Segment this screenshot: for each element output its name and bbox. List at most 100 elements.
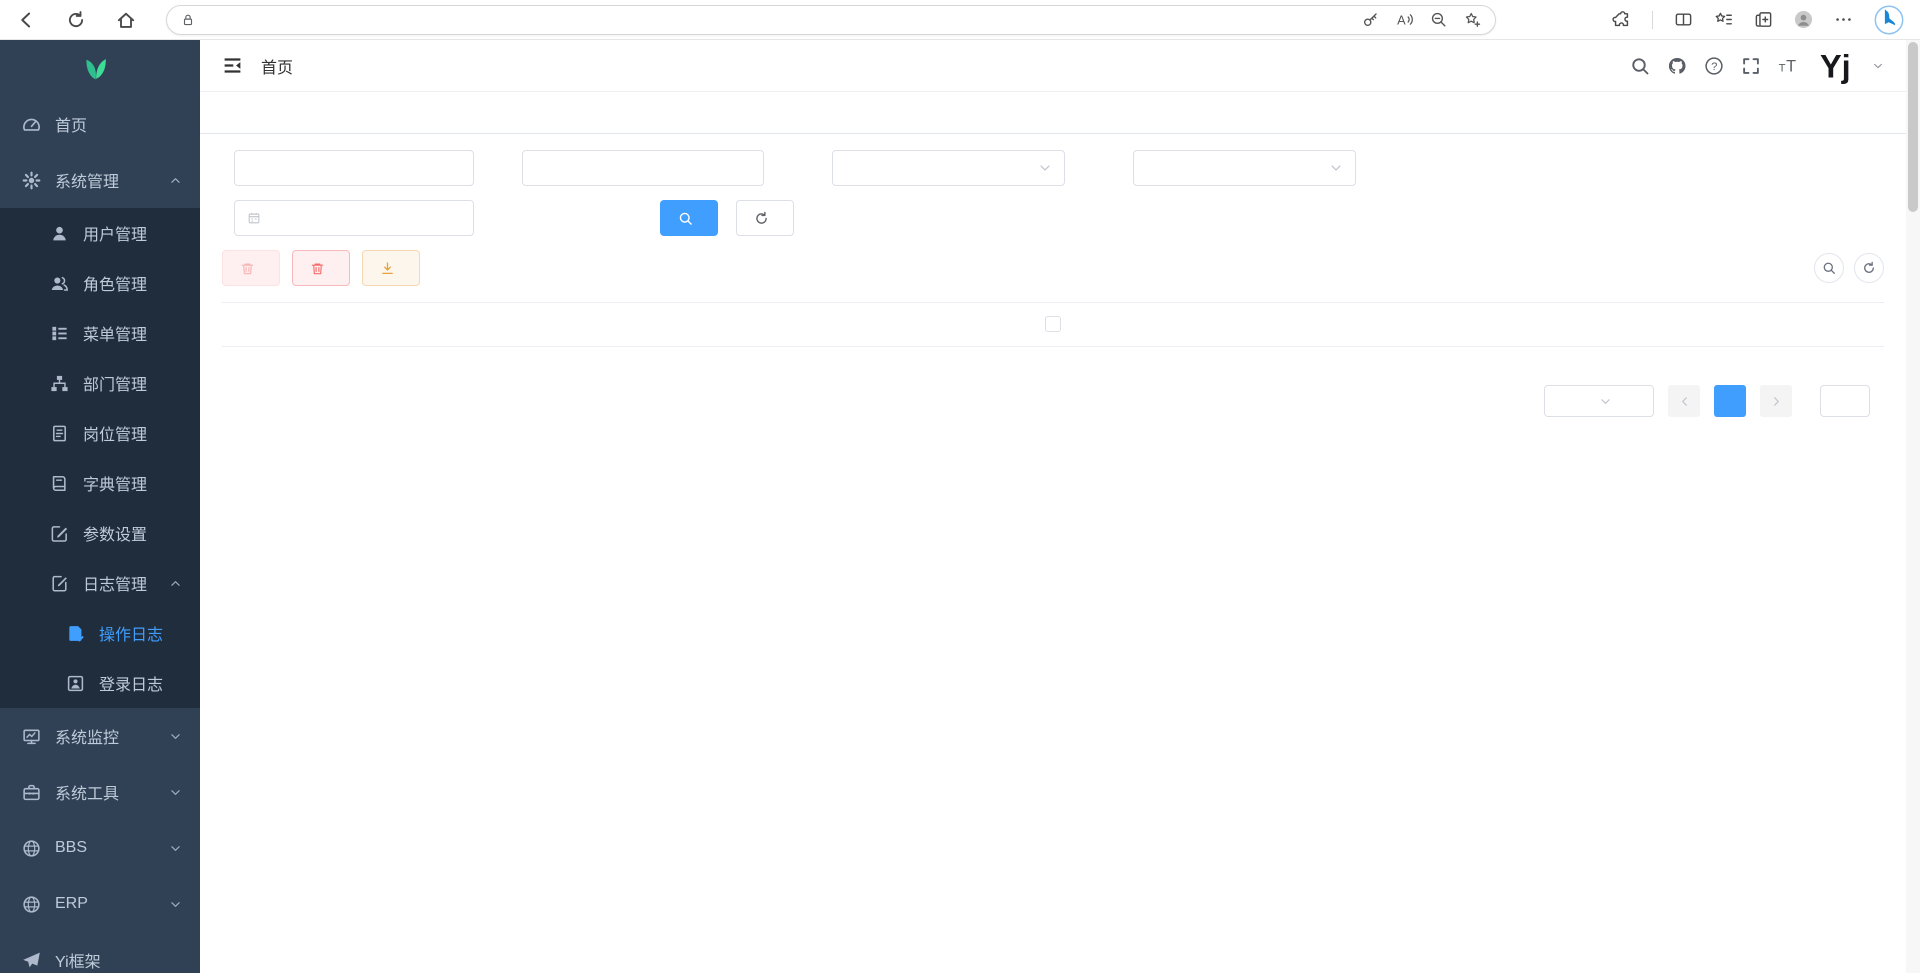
fullscreen-icon[interactable]	[1741, 56, 1761, 76]
sidebar-item-login-log[interactable]: 登录日志	[0, 658, 200, 708]
operator-input[interactable]	[522, 150, 764, 186]
page-size-select[interactable]	[1544, 385, 1654, 417]
book-icon	[50, 474, 69, 493]
chevron-down-icon	[169, 786, 182, 799]
sidebar-item-dept-management[interactable]: 部门管理	[0, 358, 200, 408]
address-bar[interactable]: A	[166, 5, 1496, 35]
sidebar-item-menu-management[interactable]: 菜单管理	[0, 308, 200, 358]
reset-button[interactable]	[736, 200, 794, 236]
svg-text:A: A	[1397, 12, 1406, 27]
module-input[interactable]	[234, 150, 474, 186]
sidebar-item-system-monitor[interactable]: 系统监控	[0, 708, 200, 764]
sidebar-item-dict-management[interactable]: 字典管理	[0, 458, 200, 508]
user-icon	[50, 224, 69, 243]
prev-page-button[interactable]	[1668, 385, 1700, 417]
export-button[interactable]	[362, 250, 420, 286]
menu-list-icon	[50, 324, 69, 343]
chevron-down-icon	[1329, 161, 1343, 175]
sidebar-item-label: 字典管理	[83, 471, 182, 495]
topbar-actions: ? TT Yj	[1630, 46, 1884, 86]
trash-icon	[310, 261, 325, 276]
sidebar-item-label: 登录日志	[99, 671, 182, 695]
svg-text:Yj: Yj	[1820, 48, 1851, 84]
show-search-button[interactable]	[1814, 253, 1844, 283]
sidebar-item-param-settings[interactable]: 参数设置	[0, 508, 200, 558]
sidebar-item-label: 菜单管理	[83, 321, 182, 345]
table-toolbar	[222, 250, 1884, 286]
refresh-table-button[interactable]	[1854, 253, 1884, 283]
chevron-down-icon	[169, 730, 182, 743]
operation-log-table	[222, 302, 1884, 347]
search-button[interactable]	[660, 200, 718, 236]
github-icon[interactable]	[1667, 56, 1687, 76]
page-number-1[interactable]	[1714, 385, 1746, 417]
scrollbar-thumb[interactable]	[1908, 42, 1918, 212]
svg-text:?: ?	[1711, 61, 1717, 73]
address-bar-actions: A	[1362, 11, 1481, 28]
profile-avatar[interactable]	[1794, 10, 1813, 29]
sidebar-item-label: 首页	[55, 112, 182, 136]
topbar: 首页 ? TT Yj	[200, 40, 1906, 92]
collections-icon[interactable]	[1754, 10, 1773, 29]
browser-home-icon[interactable]	[116, 10, 136, 30]
date-range-input[interactable]	[234, 200, 474, 236]
sidebar-item-yi-framework[interactable]: Yi框架	[0, 932, 200, 973]
sidebar-item-operation-log[interactable]: 操作日志	[0, 608, 200, 658]
extensions-icon[interactable]	[1612, 10, 1631, 29]
select-all-checkbox[interactable]	[1045, 316, 1061, 332]
read-aloud-icon[interactable]: A	[1396, 11, 1413, 28]
bing-chat-icon[interactable]	[1874, 5, 1904, 35]
help-icon[interactable]: ?	[1704, 56, 1724, 76]
breadcrumb: 首页	[261, 54, 293, 78]
add-favorite-icon[interactable]	[1464, 11, 1481, 28]
monitor-icon	[22, 727, 41, 746]
tabs-bar	[200, 92, 1906, 134]
sidebar-item-label: 操作日志	[99, 621, 182, 645]
chevron-left-icon	[1678, 395, 1691, 408]
more-menu-icon[interactable]	[1834, 10, 1853, 29]
chevron-up-icon	[169, 174, 182, 187]
clear-button[interactable]	[292, 250, 350, 286]
favorites-icon[interactable]	[1714, 10, 1733, 29]
content	[200, 134, 1906, 973]
sidebar-item-bbs[interactable]: BBS	[0, 820, 200, 876]
breadcrumb-item[interactable]: 首页	[261, 54, 293, 78]
sidebar-item-label: 角色管理	[83, 271, 182, 295]
sidebar-item-home[interactable]: 首页	[0, 96, 200, 152]
browser-refresh-icon[interactable]	[66, 10, 86, 30]
user-avatar[interactable]: Yj	[1815, 46, 1855, 86]
password-key-icon[interactable]	[1362, 11, 1379, 28]
sidebar-item-log-management[interactable]: 日志管理	[0, 558, 200, 608]
doc-icon	[66, 624, 85, 643]
sidebar-item-role-management[interactable]: 角色管理	[0, 258, 200, 308]
browser-back-icon[interactable]	[16, 10, 36, 30]
chevron-down-icon	[169, 898, 182, 911]
app-logo[interactable]	[0, 40, 200, 96]
menu-fold-icon[interactable]	[222, 55, 243, 76]
page-scrollbar[interactable]	[1906, 40, 1920, 973]
zoom-out-icon[interactable]	[1430, 11, 1447, 28]
avatar-caret-icon[interactable]	[1872, 60, 1884, 72]
globe-icon	[22, 895, 41, 914]
sidebar-item-system-management[interactable]: 系统管理	[0, 152, 200, 208]
lock-icon	[181, 13, 195, 27]
type-select[interactable]	[832, 150, 1065, 186]
font-size-icon[interactable]: TT	[1778, 56, 1798, 76]
split-screen-icon[interactable]	[1674, 10, 1693, 29]
filter-row-2	[222, 200, 1884, 236]
sidebar-item-system-tools[interactable]: 系统工具	[0, 764, 200, 820]
header-search-icon[interactable]	[1630, 56, 1650, 76]
chevron-right-icon	[1770, 395, 1783, 408]
goto-page-input[interactable]	[1820, 385, 1870, 417]
refresh-icon	[1862, 261, 1876, 275]
status-select[interactable]	[1133, 150, 1356, 186]
filter-row-1	[222, 150, 1884, 186]
org-tree-icon	[50, 374, 69, 393]
chevron-down-icon	[169, 842, 182, 855]
next-page-button[interactable]	[1760, 385, 1792, 417]
log-icon	[50, 574, 69, 593]
sidebar-item-post-management[interactable]: 岗位管理	[0, 408, 200, 458]
sidebar-item-erp[interactable]: ERP	[0, 876, 200, 932]
sidebar-item-user-management[interactable]: 用户管理	[0, 208, 200, 258]
delete-button[interactable]	[222, 250, 280, 286]
